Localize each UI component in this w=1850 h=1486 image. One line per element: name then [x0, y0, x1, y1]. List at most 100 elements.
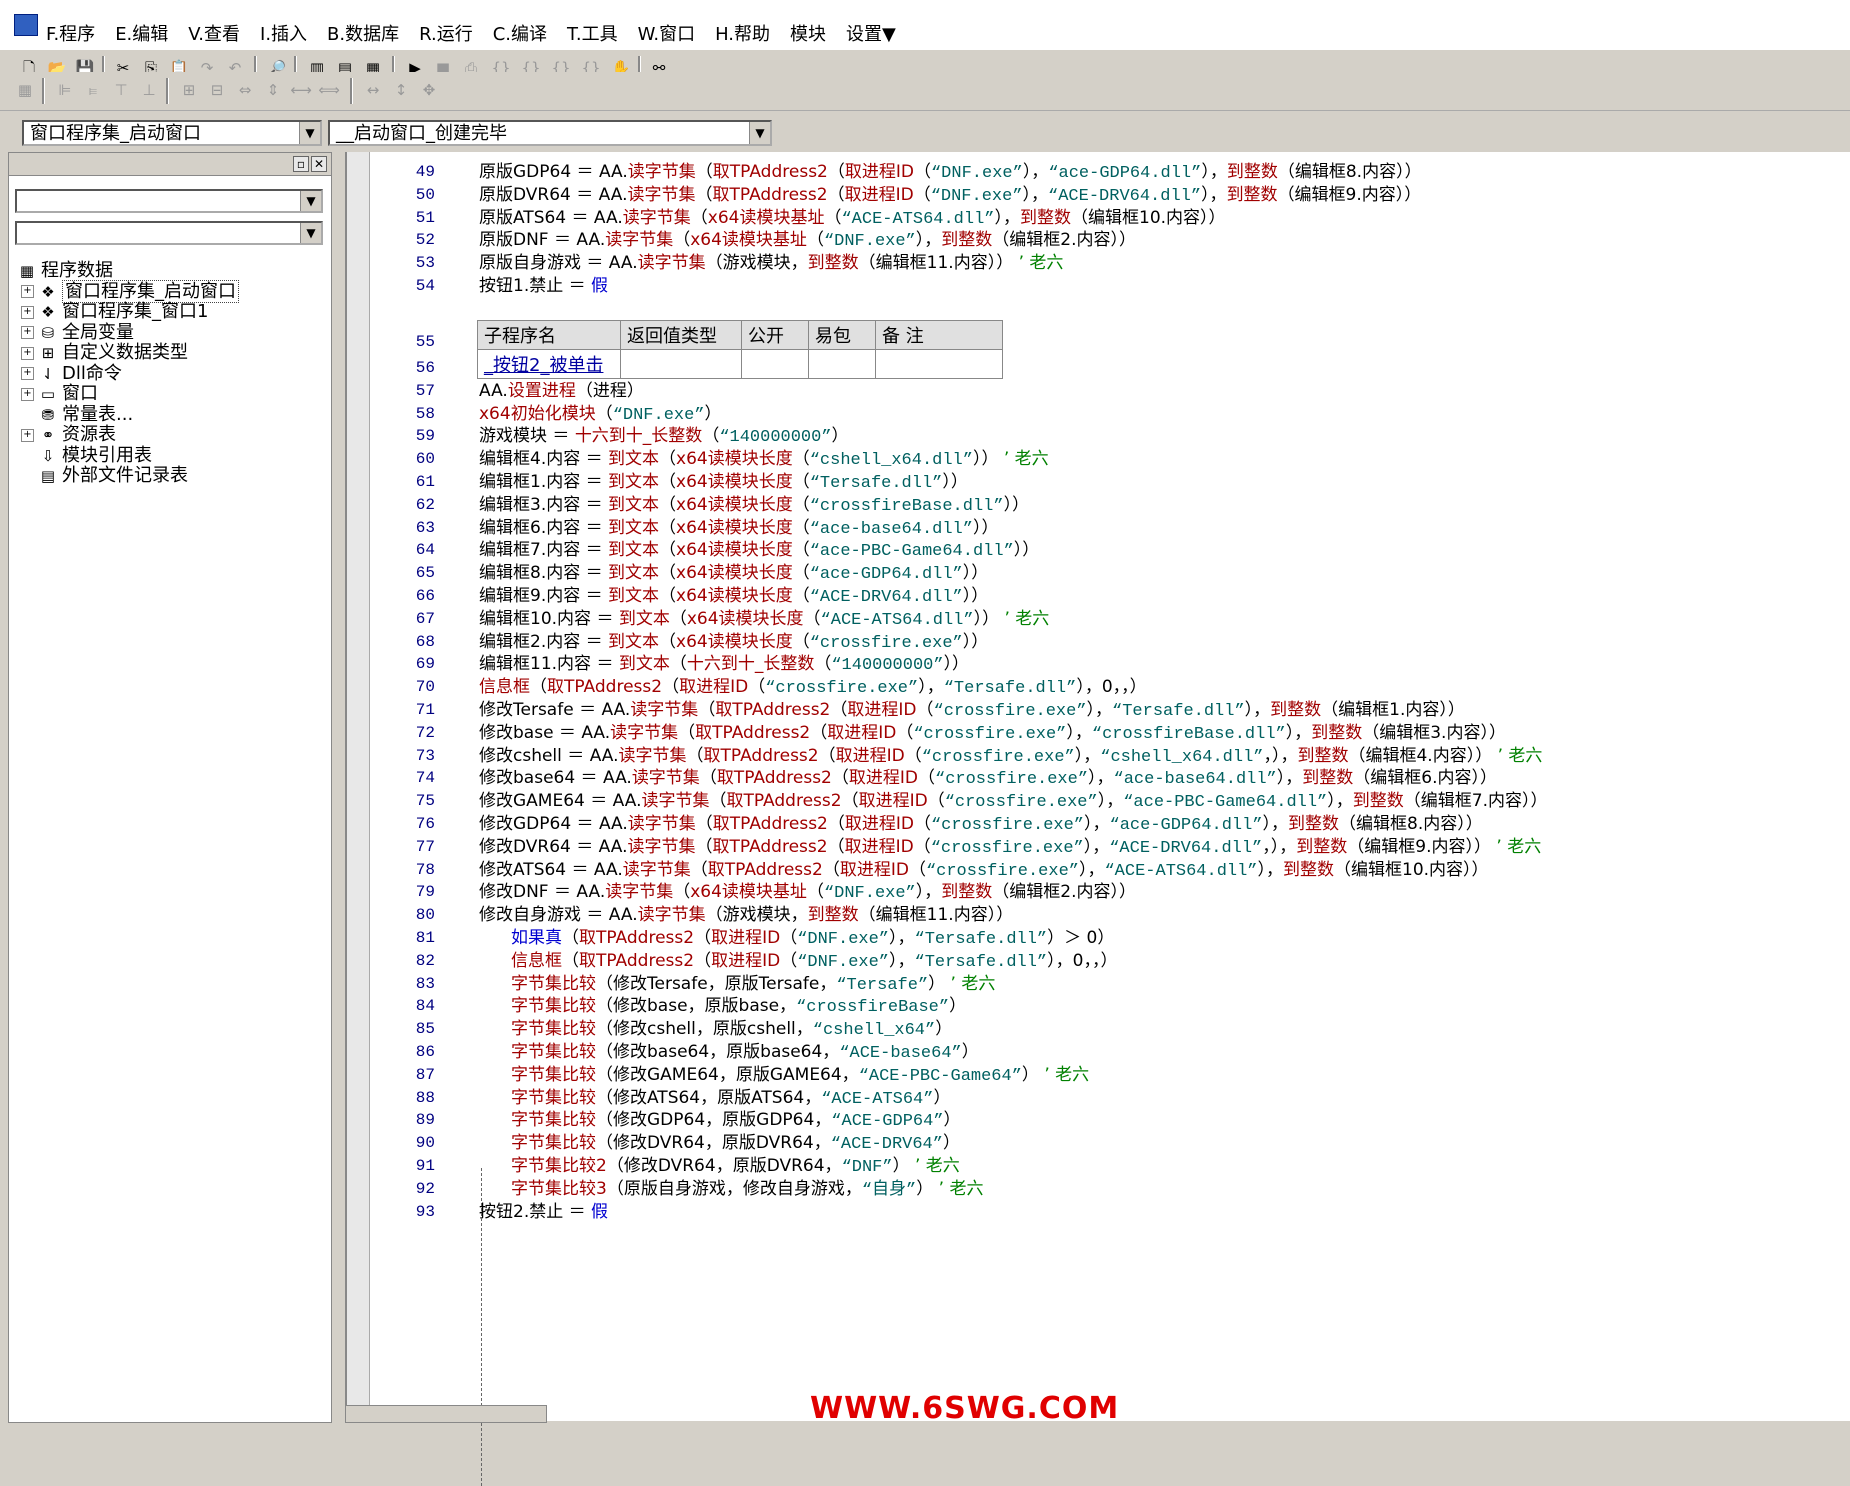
code-line[interactable]: 60 编辑框4.内容 ＝ 到文本（x64读模块长度（“cshell_x64.dll… — [347, 447, 1850, 471]
code-line[interactable]: 92 字节集比较3（原版自身游戏，修改自身游戏，“自身”） ’ 老六 — [347, 1177, 1850, 1201]
code-line[interactable]: 89 字节集比较（修改GDP64，原版GDP64，“ACE-GDP64”） — [347, 1108, 1850, 1132]
space-horizontal-icon[interactable]: ⟷ — [290, 80, 312, 100]
code-line[interactable]: 66 编辑框9.内容 ＝ 到文本（x64读模块长度（“ACE-DRV64.dll”… — [347, 584, 1850, 608]
code-line[interactable]: 50 原版DVR64 ＝ AA.读字节集（取TPAddress2（取进程ID（“D… — [347, 183, 1850, 207]
close-icon[interactable]: ✕ — [311, 156, 327, 172]
menu-item[interactable]: H.帮助 — [715, 20, 770, 46]
code-line[interactable]: 59 游戏模块 ＝ 十六到十_长整数（“140000000”） — [347, 424, 1850, 448]
code-line[interactable]: 85 字节集比较（修改cshell，原版cshell，“cshell_x64”） — [347, 1017, 1850, 1041]
code-line[interactable]: 64 编辑框7.内容 ＝ 到文本（x64读模块长度（“ace-PBC-Game64… — [347, 538, 1850, 562]
menu-item[interactable]: V.查看 — [188, 20, 240, 46]
code-line[interactable]: 83 字节集比较（修改Tersafe，原版Tersafe，“Tersafe”） ’… — [347, 972, 1850, 996]
menu-item[interactable]: W.窗口 — [638, 20, 695, 46]
same-width-icon[interactable]: ⇔ — [234, 80, 256, 100]
menu-item[interactable]: B.数据库 — [327, 20, 399, 46]
tree-item-label: 资源表 — [62, 424, 116, 445]
code-line[interactable]: 77 修改DVR64 ＝ AA.读字节集（取TPAddress2（取进程ID（“c… — [347, 835, 1850, 859]
center-horizontal-icon[interactable]: ⊞ — [178, 80, 200, 100]
code-line[interactable]: 68 编辑框2.内容 ＝ 到文本（x64读模块长度（“crossfire.exe”… — [347, 630, 1850, 654]
code-line[interactable]: 54 按钮1.禁止 ＝ 假 — [347, 274, 1850, 298]
code-line[interactable]: 49 原版GDP64 ＝ AA.读字节集（取TPAddress2（取进程ID（“D… — [347, 160, 1850, 184]
align-right-icon[interactable]: ⫢ — [82, 80, 104, 100]
code-line[interactable]: 70 信息框（取TPAddress2（取进程ID（“crossfire.exe”）… — [347, 675, 1850, 699]
expand-icon[interactable]: + — [21, 305, 34, 319]
code-token: “Tersafe.dll” — [1112, 702, 1245, 721]
code-token: 到整数 — [1311, 722, 1363, 743]
assembly-selector[interactable]: 窗口程序集_启动窗口 ▼ — [22, 120, 322, 146]
chevron-down-icon[interactable]: ▼ — [299, 122, 320, 144]
code-token: 取进程ID — [844, 836, 914, 857]
code-line[interactable]: 79 修改DNF ＝ AA.读字节集（x64读模块基址（“DNF.exe”），到整… — [347, 880, 1850, 904]
expand-icon[interactable]: + — [21, 326, 34, 339]
menu-item[interactable]: E.编辑 — [115, 20, 168, 46]
expand-icon[interactable]: + — [21, 367, 34, 380]
code-line[interactable]: 67 编辑框10.内容 ＝ 到文本（x64读模块长度（“ACE-ATS64.dll… — [347, 607, 1850, 631]
expand-icon[interactable]: + — [21, 346, 34, 360]
code-token: （编辑框2.内容）） — [992, 230, 1136, 251]
code-token: 到文本 — [608, 540, 660, 561]
code-line[interactable]: 55 — [347, 330, 1850, 354]
code-line[interactable]: 62 编辑框3.内容 ＝ 到文本（x64读模块长度（“crossfireBase.… — [347, 493, 1850, 517]
code-line[interactable]: 93 按钮2.禁止 ＝ 假 — [347, 1200, 1850, 1224]
menu-item[interactable]: C.编译 — [493, 20, 547, 46]
code-line[interactable]: 75 修改GAME64 ＝ AA.读字节集（取TPAddress2（取进程ID（“… — [347, 789, 1850, 813]
code-line[interactable]: 57 AA.设置进程（进程） — [347, 379, 1850, 403]
code-editor[interactable]: 49 原版GDP64 ＝ AA.读字节集（取TPAddress2（取进程ID（“D… — [345, 152, 1850, 1486]
code-line[interactable]: 58 x64初始化模块（“DNF.exe”） — [347, 402, 1850, 426]
code-line[interactable]: 61 编辑框1.内容 ＝ 到文本（x64读模块长度（“Tersafe.dll”）） — [347, 470, 1850, 494]
chevron-down-icon[interactable]: ▼ — [300, 191, 321, 211]
fit-both-icon[interactable]: ✥ — [418, 80, 440, 100]
code-line[interactable]: 81 如果真（取TPAddress2（取进程ID（“DNF.exe”），“Ters… — [347, 926, 1850, 950]
code-line[interactable]: 63 编辑框6.内容 ＝ 到文本（x64读模块长度（“ace-base64.dll… — [347, 516, 1850, 540]
expand-icon[interactable]: + — [21, 285, 34, 298]
center-vertical-icon[interactable]: ⊟ — [206, 80, 228, 100]
code-line[interactable]: 82 信息框（取TPAddress2（取进程ID（“DNF.exe”），“Ters… — [347, 949, 1850, 973]
code-line[interactable]: 88 字节集比较（修改ATS64，原版ATS64，“ACE-ATS64”） — [347, 1086, 1850, 1110]
code-token: ’ 老六 — [999, 608, 1050, 629]
code-line[interactable]: 71 修改Tersafe ＝ AA.读字节集（取TPAddress2（取进程ID（… — [347, 698, 1850, 722]
code-line[interactable]: 86 字节集比较（修改base64，原版base64，“ACE-base64”） — [347, 1040, 1850, 1064]
menu-item[interactable]: F.程序 — [46, 20, 95, 46]
code-line[interactable]: 90 字节集比较（修改DVR64，原版DVR64，“ACE-DRV64”） — [347, 1131, 1850, 1155]
space-vertical-icon[interactable]: ⟺ — [318, 80, 340, 100]
menu-item[interactable]: 设置▼ — [846, 20, 896, 46]
code-line[interactable]: 76 修改GDP64 ＝ AA.读字节集（取TPAddress2（取进程ID（“c… — [347, 812, 1850, 836]
code-line[interactable]: 80 修改自身游戏 ＝ AA.读字节集（游戏模块，到整数（编辑框11.内容）） — [347, 903, 1850, 927]
expand-icon[interactable]: + — [21, 387, 34, 401]
horizontal-scrollbar[interactable] — [345, 1405, 547, 1423]
menu-item[interactable]: 模块 — [790, 20, 826, 46]
code-line[interactable]: 87 字节集比较（修改GAME64，原版GAME64，“ACE-PBC-Game6… — [347, 1063, 1850, 1087]
code-line[interactable]: 91 字节集比较2（修改DVR64，原版DVR64，“DNF”） ’ 老六 — [347, 1154, 1850, 1178]
expand-icon[interactable]: + — [21, 428, 34, 442]
restore-icon[interactable]: ▫ — [293, 156, 309, 172]
tree-item[interactable]: ▤ 外部文件记录表 — [21, 464, 188, 488]
fit-width-icon[interactable]: ↔ — [362, 80, 384, 100]
menu-item[interactable]: R.运行 — [419, 20, 473, 46]
align-left-icon[interactable]: ⊫ — [54, 80, 76, 100]
code-line[interactable]: 53 原版自身游戏 ＝ AA.读字节集（游戏模块，到整数（编辑框11.内容）） ’… — [347, 251, 1850, 275]
chevron-down-icon[interactable]: ▼ — [749, 122, 770, 144]
fit-height-icon[interactable]: ↕ — [390, 80, 412, 100]
code-line[interactable]: 52 原版DNF ＝ AA.读字节集（x64读模块基址（“DNF.exe”），到整… — [347, 228, 1850, 252]
code-line[interactable]: 69 编辑框11.内容 ＝ 到文本（十六到十_长整数（“140000000”）） — [347, 652, 1850, 676]
same-height-icon[interactable]: ⇕ — [262, 80, 284, 100]
align-grid-icon[interactable]: ▦ — [14, 80, 36, 100]
menu-item[interactable]: T.工具 — [567, 20, 618, 46]
code-token: （ — [659, 494, 677, 515]
code-line[interactable]: 72 修改base ＝ AA.读字节集（取TPAddress2（取进程ID（“cr… — [347, 721, 1850, 745]
menu-item[interactable]: I.插入 — [260, 20, 307, 46]
code-line[interactable]: 78 修改ATS64 ＝ AA.读字节集（取TPAddress2（取进程ID（“c… — [347, 858, 1850, 882]
code-line[interactable]: 84 字节集比较（修改base，原版base，“crossfireBase”） — [347, 994, 1850, 1018]
code-line[interactable]: 65 编辑框8.内容 ＝ 到文本（x64读模块长度（“ace-GDP64.dll”… — [347, 561, 1850, 585]
code-token: 到整数 — [1288, 814, 1340, 834]
chevron-down-icon[interactable]: ▼ — [300, 223, 321, 243]
code-line[interactable]: 74 修改base64 ＝ AA.读字节集（取TPAddress2（取进程ID（“… — [347, 766, 1850, 790]
align-bottom-icon[interactable]: ⊥ — [138, 80, 160, 100]
panel-combo-1[interactable]: ▼ — [15, 189, 323, 213]
code-token: （ — [827, 836, 845, 857]
subroutine-selector[interactable]: __启动窗口_创建完毕 ▼ — [328, 120, 772, 146]
code-line[interactable]: 73 修改cshell ＝ AA.读字节集（取TPAddress2（取进程ID（“… — [347, 744, 1850, 768]
align-top-icon[interactable]: ⊤ — [110, 80, 132, 100]
panel-combo-2[interactable]: ▼ — [15, 221, 323, 245]
code-line[interactable]: 51 原版ATS64 ＝ AA.读字节集（x64读模块基址（“ACE-ATS64.… — [347, 206, 1850, 230]
